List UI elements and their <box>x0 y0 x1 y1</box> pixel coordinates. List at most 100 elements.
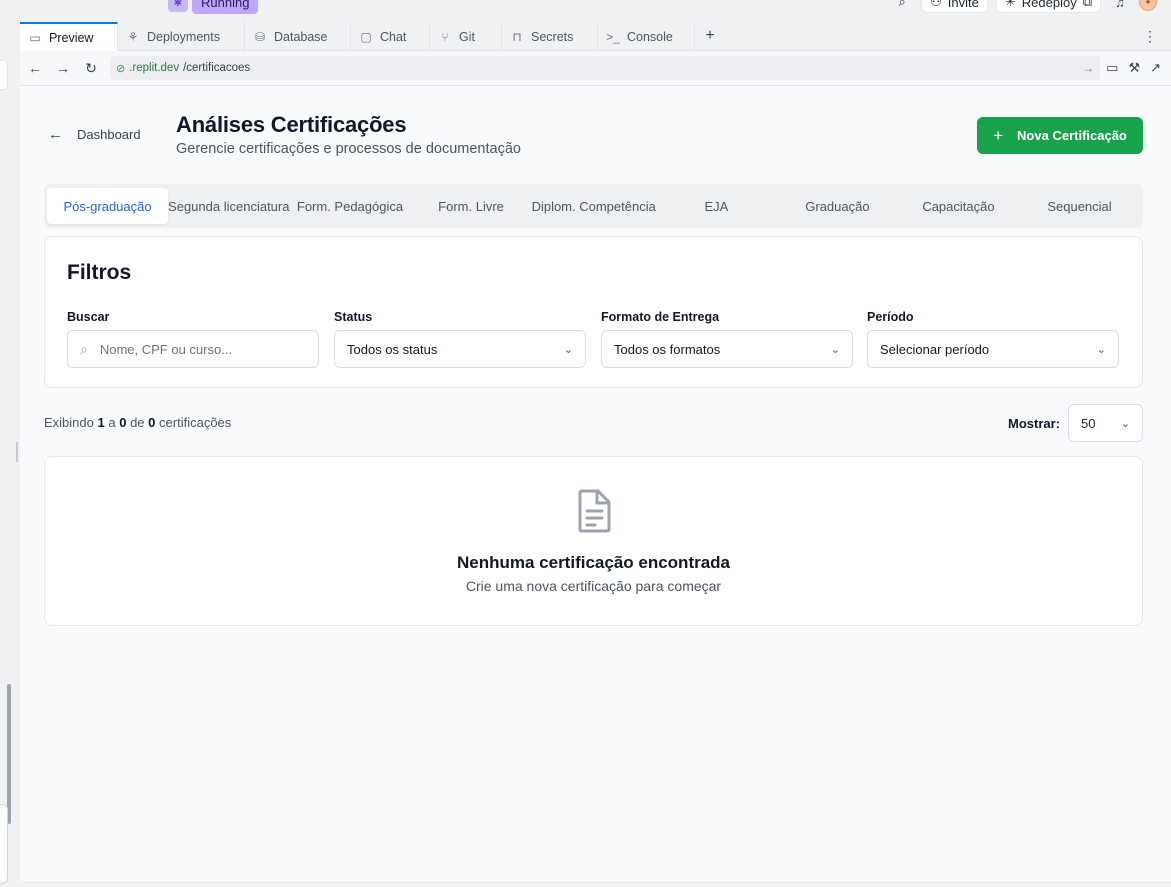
status-label: Status <box>334 310 373 324</box>
tab-label: Preview <box>49 30 94 45</box>
page-title: Análises Certificações <box>176 112 407 137</box>
arrow-left-icon: ← <box>48 126 63 143</box>
left-pane-handle[interactable] <box>0 60 8 90</box>
workspace-tabs: ▭ Preview ⚘ Deployments ⛁ Database ▢ Cha… <box>20 22 1171 51</box>
topbar-actions: ⌕ ⚇ Invite ✳ Redeploy ⧉ ♫ ✦ <box>891 0 1157 13</box>
chevron-down-icon: ⌄ <box>1096 343 1106 356</box>
search-icon: ⌕ <box>80 340 88 357</box>
app-preview: ← Dashboard Análises Certificações Geren… <box>20 86 1171 881</box>
delivery-select[interactable]: Todos os formatos ⌄ <box>601 330 853 368</box>
url-field[interactable]: ⊘ .replit.dev/certificacoes → <box>110 56 1101 80</box>
device-icon[interactable]: ▭ <box>1106 60 1118 76</box>
left-scrollbar[interactable] <box>7 684 11 824</box>
left-pane <box>0 22 20 887</box>
tab-pos-graduacao[interactable]: Pós-graduação <box>47 188 169 224</box>
tab-form-pedagogica[interactable]: Form. Pedagógica <box>289 188 410 224</box>
back-to-dashboard-link[interactable]: ← Dashboard <box>48 126 141 143</box>
period-select[interactable]: Selecionar período ⌄ <box>867 330 1119 368</box>
tab-git[interactable]: ⑂ Git <box>430 22 502 51</box>
title-block: Análises Certificações Gerencie certific… <box>176 112 521 157</box>
redeploy-label: Redeploy <box>1021 0 1077 10</box>
avatar[interactable]: ✦ <box>1139 0 1157 11</box>
results-bar: Exibindo 1 a 0 de 0 certificações Mostra… <box>44 404 1143 442</box>
invite-button[interactable]: ⚇ Invite <box>921 0 988 13</box>
tab-deployments[interactable]: ⚘ Deployments <box>118 22 245 51</box>
left-pane-footer[interactable] <box>0 804 8 884</box>
new-certification-button[interactable]: + Nova Certificação <box>977 117 1143 154</box>
results-from: 1 <box>97 415 105 430</box>
show-label: Mostrar: <box>1007 415 1060 431</box>
bell-icon[interactable]: ♫ <box>1109 0 1131 13</box>
delivery-value: Todos os formatos <box>614 341 721 357</box>
delivery-label: Formato de Entrega <box>601 310 720 324</box>
tab-form-livre[interactable]: Form. Livre <box>411 188 532 224</box>
status-select[interactable]: Todos os status ⌄ <box>334 330 586 368</box>
search-icon[interactable]: ⌕ <box>891 0 913 13</box>
chat-icon: ▢ <box>360 29 372 44</box>
invite-label: Invite <box>947 0 979 10</box>
results-sep-a: a <box>108 415 116 430</box>
results-to: 0 <box>119 415 127 430</box>
period-value: Selecionar período <box>880 341 990 357</box>
status-filter: Status Todos os status ⌄ <box>334 310 586 368</box>
url-domain: .replit.dev <box>129 62 180 74</box>
back-label: Dashboard <box>77 127 141 142</box>
search-box: ⌕ <box>67 330 319 368</box>
tab-graduacao[interactable]: Graduação <box>777 188 898 224</box>
empty-title: Nenhuma certificação encontrada <box>456 553 731 572</box>
tab-label: Database <box>274 29 328 44</box>
tab-label: Console <box>627 29 673 44</box>
new-button-label: Nova Certificação <box>1017 128 1127 143</box>
forward-arrow-icon[interactable]: → <box>50 55 76 81</box>
url-tools: ▭ ⚒ ↗ <box>1106 60 1161 76</box>
category-tabs: Pós-graduação Segunda licenciatura Form.… <box>44 184 1143 228</box>
tab-chat[interactable]: ▢ Chat <box>351 22 430 51</box>
add-tab-button[interactable]: + <box>695 22 725 50</box>
results-total: 0 <box>148 415 156 430</box>
deploy-icon: ⚘ <box>127 29 139 44</box>
replit-topbar: ✱ Running ⌕ ⚇ Invite ✳ Redeploy ⧉ ♫ ✦ <box>0 0 1171 22</box>
search-input[interactable] <box>99 341 306 357</box>
tab-label: Chat <box>380 29 407 44</box>
redeploy-button[interactable]: ✳ Redeploy ⧉ <box>995 0 1101 13</box>
tab-label: Deployments <box>147 29 220 44</box>
chevron-down-icon: ⌄ <box>830 343 840 356</box>
run-status[interactable]: ✱ Running <box>168 0 259 14</box>
chevron-down-icon: ⌄ <box>563 343 573 356</box>
open-icon: ⧉ <box>1082 0 1092 9</box>
page-size-select[interactable]: 50 ⌄ <box>1068 404 1143 442</box>
results-prefix: Exibindo <box>44 415 94 430</box>
tab-label: Git <box>459 29 475 44</box>
lock-icon: ⊓ <box>512 29 522 44</box>
replit-run-icon: ✱ <box>168 0 188 12</box>
tab-secrets[interactable]: ⊓ Secrets <box>502 22 598 51</box>
more-vertical-icon[interactable]: ⋮ <box>1143 28 1157 45</box>
empty-subtitle: Crie uma nova certificação para começar <box>465 578 722 594</box>
tab-console[interactable]: >_ Console <box>598 22 695 51</box>
user-plus-icon: ⚇ <box>930 0 942 9</box>
database-icon: ⛁ <box>254 29 266 44</box>
document-icon <box>578 489 610 533</box>
tab-diplom-competencia[interactable]: Diplom. Competência <box>532 188 656 224</box>
tab-database[interactable]: ⛁ Database <box>245 22 351 51</box>
tab-segunda-licenciatura[interactable]: Segunda licenciatura <box>168 188 289 224</box>
wrench-icon[interactable]: ⚒ <box>1128 60 1140 76</box>
search-label: Buscar <box>67 310 110 324</box>
tab-preview[interactable]: ▭ Preview <box>20 22 118 51</box>
external-link-icon[interactable]: ↗ <box>1150 60 1161 76</box>
plus-icon: + <box>993 125 1004 145</box>
filters-card: Filtros Buscar ⌕ Status Todos os status … <box>44 236 1143 388</box>
go-arrow-icon[interactable]: → <box>1082 61 1094 75</box>
git-icon: ⑂ <box>441 29 449 44</box>
tab-sequencial[interactable]: Sequencial <box>1019 188 1140 224</box>
url-path: /certificacoes <box>183 62 251 74</box>
search-filter: Buscar ⌕ <box>67 310 319 368</box>
reload-icon[interactable]: ↻ <box>78 55 104 81</box>
tab-eja[interactable]: EJA <box>656 188 777 224</box>
page-size-value: 50 <box>1081 415 1096 431</box>
back-arrow-icon[interactable]: ← <box>22 55 48 81</box>
resize-grip[interactable] <box>16 442 18 462</box>
preview-url-bar: ← → ↻ ⊘ .replit.dev/certificacoes → ▭ ⚒ … <box>20 51 1171 86</box>
tab-capacitacao[interactable]: Capacitação <box>898 188 1019 224</box>
page-header: ← Dashboard Análises Certificações Geren… <box>44 112 1143 162</box>
